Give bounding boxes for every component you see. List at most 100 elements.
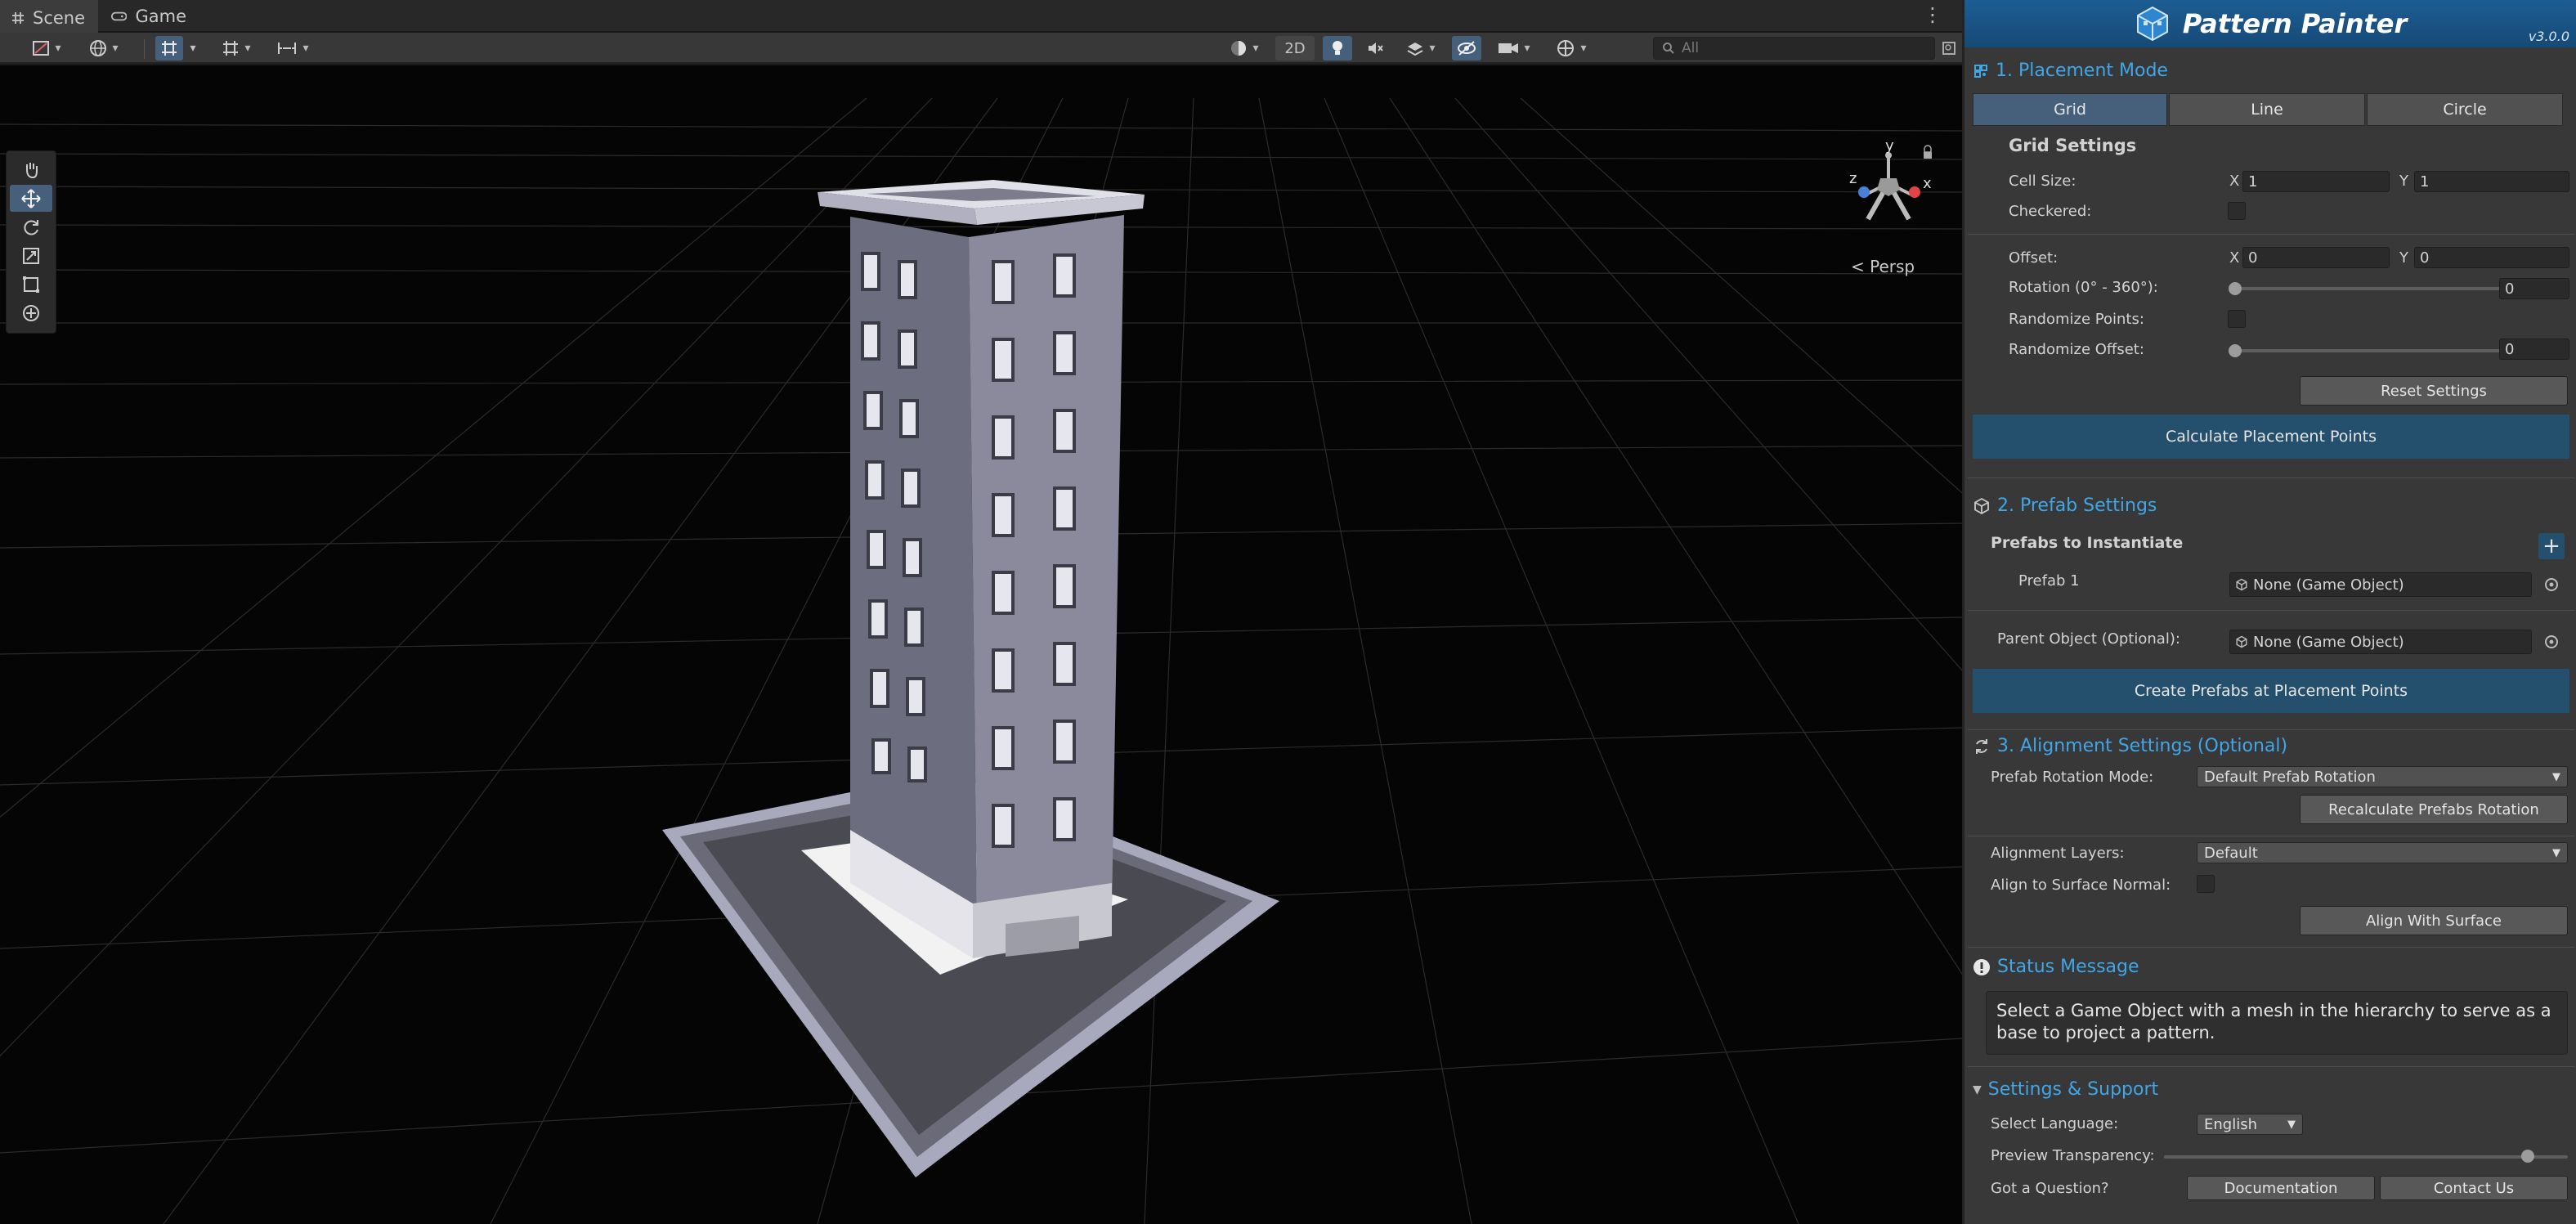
more-options-icon[interactable]: ⋮ <box>1923 3 1942 26</box>
mode-line-button[interactable]: Line <box>2169 93 2365 126</box>
refresh-icon <box>1976 738 1987 754</box>
camera-settings-dropdown[interactable] <box>1490 36 1539 61</box>
prefab-1-object-field[interactable]: None (Game Object) <box>2229 572 2532 597</box>
transparency-slider-thumb[interactable] <box>2520 1150 2534 1163</box>
hand-tool-button[interactable] <box>10 156 52 183</box>
scale-tool-button[interactable] <box>10 242 52 269</box>
cell-size-x-label: X <box>2229 173 2240 190</box>
transform-tool-button[interactable] <box>10 299 52 326</box>
search-placeholder: All <box>1682 40 1700 56</box>
move-tool-icon <box>21 188 41 208</box>
rotation-mode-dropdown[interactable]: Default Prefab Rotation ▼ <box>2197 766 2568 787</box>
pattern-painter-logo-icon <box>2136 6 2168 42</box>
randomize-offset-label: Randomize Offset: <box>2009 341 2144 358</box>
projection-toggle[interactable]: < Persp <box>1851 257 1915 276</box>
alignment-settings-header[interactable]: 3. Alignment Settings (Optional) <box>1973 736 2287 756</box>
prefab-1-value: None (Game Object) <box>2253 576 2404 594</box>
gizmos-dropdown[interactable] <box>1547 36 1596 61</box>
rotation-slider-thumb[interactable] <box>2229 282 2242 295</box>
contact-us-button[interactable]: Contact Us <box>2380 1176 2568 1200</box>
mode-grid-button[interactable]: Grid <box>1973 93 2167 126</box>
gizmo-y-label: y <box>1885 137 1894 155</box>
tab-scene-label: Scene <box>33 7 86 28</box>
rotation-mode-value: Default Prefab Rotation <box>2204 768 2376 786</box>
increment-snap-dropdown[interactable] <box>268 36 317 61</box>
toggle-2d-button[interactable]: 2D <box>1275 36 1315 61</box>
randomize-offset-field[interactable]: 0 <box>2499 339 2569 360</box>
gameobject-icon <box>2236 635 2247 648</box>
tab-game-label: Game <box>135 7 186 26</box>
offset-y-field[interactable]: 0 <box>2414 247 2569 268</box>
alignment-layers-dropdown[interactable]: Default ▼ <box>2197 842 2568 863</box>
reset-settings-button[interactable]: Reset Settings <box>2300 376 2568 406</box>
cell-size-x-field[interactable]: 1 <box>2242 171 2390 192</box>
parent-object-field[interactable]: None (Game Object) <box>2229 630 2532 654</box>
rect-tool-button[interactable] <box>10 271 52 298</box>
chevron-down-icon: ▼ <box>2287 1118 2296 1131</box>
tab-game[interactable]: Game <box>100 0 198 33</box>
scale-tool-icon <box>23 247 39 264</box>
gameobject-icon <box>2236 578 2247 591</box>
panel-title: Pattern Painter <box>2182 8 2408 39</box>
randomize-points-checkbox[interactable] <box>2228 310 2246 328</box>
grid-visibility-dropdown[interactable] <box>213 36 260 61</box>
audio-toggle[interactable] <box>1360 36 1390 61</box>
rotation-mode-label: Prefab Rotation Mode: <box>1991 769 2154 786</box>
calculate-placement-button[interactable]: Calculate Placement Points <box>1973 415 2569 459</box>
gizmo-z-label: z <box>1849 170 1857 187</box>
recalculate-rotation-button[interactable]: Recalculate Prefabs Rotation <box>2300 795 2568 824</box>
randomize-offset-track[interactable] <box>2234 349 2537 352</box>
grid-snap-toggle[interactable] <box>155 36 183 61</box>
global-space-dropdown[interactable] <box>80 36 128 61</box>
mode-circle-button[interactable]: Circle <box>2367 93 2563 126</box>
randomize-offset-thumb[interactable] <box>2229 344 2242 357</box>
status-message-title: Status Message <box>1997 957 2139 977</box>
rotate-tool-icon <box>24 219 38 235</box>
prefab-settings-header[interactable]: 2. Prefab Settings <box>1973 495 2157 516</box>
checkered-checkbox[interactable] <box>2228 202 2246 220</box>
create-prefabs-button[interactable]: Create Prefabs at Placement Points <box>1973 669 2569 713</box>
section-divider <box>1968 729 2574 730</box>
scene-visibility-toggle[interactable] <box>1452 36 1481 61</box>
parent-object-value: None (Game Object) <box>2253 633 2404 651</box>
documentation-button[interactable]: Documentation <box>2187 1176 2375 1200</box>
rotation-value-field[interactable]: 0 <box>2499 278 2569 299</box>
prefab-1-picker[interactable] <box>2540 572 2563 597</box>
placement-mode-header[interactable]: 1. Placement Mode <box>1973 61 2168 81</box>
preview-transparency-label: Preview Transparency: <box>1991 1147 2155 1164</box>
language-dropdown[interactable]: English ▼ <box>2197 1114 2303 1135</box>
cell-size-y-field[interactable]: 1 <box>2414 171 2569 192</box>
scene-search-options[interactable] <box>1938 36 1960 61</box>
grid-snap-menu[interactable]: ▾ <box>185 36 201 61</box>
settings-support-header[interactable]: ▼ Settings & Support <box>1973 1079 2158 1100</box>
chevron-down-icon: ▼ <box>2552 770 2560 783</box>
object-picker-icon <box>2545 635 2558 648</box>
effects-dropdown[interactable] <box>1398 36 1444 61</box>
tab-scene[interactable]: Scene <box>0 0 98 33</box>
align-with-surface-button[interactable]: Align With Surface <box>2300 906 2568 935</box>
search-filter-icon <box>1942 42 1956 55</box>
rotation-slider-track[interactable] <box>2234 287 2537 290</box>
transparency-slider-track[interactable] <box>2164 1155 2568 1159</box>
lighting-toggle[interactable] <box>1323 36 1352 61</box>
hierarchy-search-input[interactable]: All <box>1653 37 1935 60</box>
select-language-label: Select Language: <box>1991 1115 2119 1132</box>
alignment-layers-label: Alignment Layers: <box>1991 845 2125 862</box>
rect-tool-icon <box>23 276 39 293</box>
sphere-shading-icon <box>1231 41 1247 56</box>
gizmo-globe-icon <box>1557 40 1575 56</box>
offset-x-field[interactable]: 0 <box>2242 247 2390 268</box>
offset-y-label: Y <box>2399 249 2408 267</box>
parent-object-picker[interactable] <box>2540 630 2563 654</box>
section-divider <box>1968 477 2574 478</box>
shading-sphere-dropdown[interactable] <box>1221 36 1267 61</box>
draw-mode-dropdown[interactable] <box>23 36 70 61</box>
add-prefab-button[interactable]: + <box>2538 533 2565 559</box>
move-tool-button[interactable] <box>10 185 52 212</box>
rotate-tool-button[interactable] <box>10 213 52 240</box>
orientation-gizmo[interactable]: y x z <box>1831 137 1946 244</box>
section-divider <box>1968 1066 2574 1067</box>
rotation-label: Rotation (0° - 360°): <box>2009 279 2158 296</box>
surface-normal-checkbox[interactable] <box>2197 875 2215 893</box>
scene-viewport[interactable]: y x z < Persp <box>0 65 1962 1224</box>
